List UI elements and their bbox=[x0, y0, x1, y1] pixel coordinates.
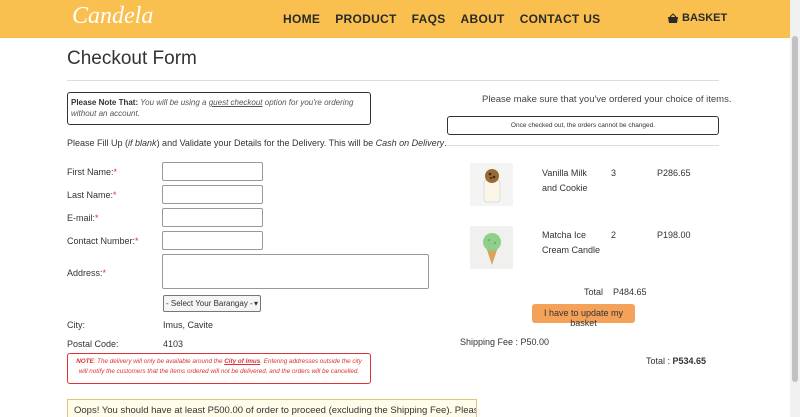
address-text: Address: bbox=[67, 268, 103, 278]
cart-item-qty: 3 bbox=[611, 168, 617, 178]
fill-prefix: Please Fill Up ( bbox=[67, 138, 129, 148]
fill-italic1: if blank bbox=[128, 138, 157, 148]
top-navbar: Candela HOME PRODUCT FAQS ABOUT CONTACT … bbox=[0, 0, 790, 38]
divider bbox=[67, 80, 719, 81]
fill-suffix: . bbox=[444, 138, 447, 148]
contact-number-input[interactable] bbox=[162, 231, 263, 250]
city-value: Imus, Cavite bbox=[163, 320, 214, 330]
contact-number-text: Contact Number: bbox=[67, 236, 136, 246]
nav-product[interactable]: PRODUCT bbox=[335, 12, 396, 26]
nav-contact-us[interactable]: CONTACT US bbox=[520, 12, 601, 26]
last-name-label: Last Name:* bbox=[67, 190, 117, 200]
required-mark: * bbox=[135, 236, 139, 246]
address-label: Address:* bbox=[67, 268, 106, 278]
required-mark: * bbox=[113, 190, 117, 200]
barangay-select-value: - Select Your Barangay - bbox=[166, 299, 253, 308]
grand-total-value: P534.65 bbox=[672, 356, 707, 366]
email-text: E-mail: bbox=[67, 213, 96, 223]
first-name-text: First Name: bbox=[67, 167, 114, 177]
scrollbar-thumb[interactable] bbox=[792, 36, 798, 382]
email-label: E-mail:* bbox=[67, 213, 99, 223]
note-text-before: You will be using a bbox=[138, 98, 209, 107]
fill-italic2: Cash on Delivery bbox=[375, 138, 445, 148]
basket-label: BASKET bbox=[682, 12, 728, 24]
required-mark: * bbox=[102, 268, 107, 278]
nav-faqs[interactable]: FAQS bbox=[412, 12, 446, 26]
postal-code-label: Postal Code: bbox=[67, 339, 119, 349]
chevron-down-icon: ▾ bbox=[253, 299, 258, 308]
note-prefix: NOTE bbox=[76, 358, 94, 365]
last-name-input[interactable] bbox=[162, 185, 263, 204]
note-city: City of Imus bbox=[224, 358, 261, 365]
note-text1: : The delivery will only be available ar… bbox=[93, 358, 225, 365]
update-basket-button[interactable]: I have to update my basket bbox=[532, 304, 635, 328]
fill-middle: ) and Validate your Details for the Deli… bbox=[156, 138, 376, 148]
postal-code-value: 4103 bbox=[163, 339, 184, 349]
basket-icon bbox=[668, 12, 678, 23]
cart-item-qty: 2 bbox=[611, 230, 617, 240]
shipping-fee: Shipping Fee : P50.00 bbox=[460, 337, 550, 347]
basket-link[interactable]: BASKET bbox=[667, 12, 727, 24]
cart-item-price: P198.00 bbox=[657, 230, 691, 240]
page-title: Checkout Form bbox=[67, 48, 197, 69]
barangay-select[interactable]: - Select Your Barangay - ▾ bbox=[163, 295, 261, 312]
last-name-text: Last Name: bbox=[67, 190, 114, 200]
nav-about[interactable]: ABOUT bbox=[461, 12, 505, 26]
delivery-area-note: NOTE: The delivery will only be availabl… bbox=[67, 353, 371, 384]
note-bold: Please Note That: bbox=[71, 98, 139, 107]
note-underlined: guest checkout bbox=[208, 98, 263, 107]
vanilla-cookie-candle-icon bbox=[483, 168, 500, 202]
grand-total: Total : P534.65 bbox=[646, 356, 706, 366]
email-input[interactable] bbox=[162, 208, 263, 227]
address-textarea[interactable] bbox=[162, 254, 429, 289]
matcha-icecream-candle-icon bbox=[482, 232, 501, 265]
cart-item-name: Vanilla Milk and Cookie bbox=[542, 168, 588, 193]
first-name-label: First Name:* bbox=[67, 167, 117, 177]
brand-logo[interactable]: Candela bbox=[72, 3, 153, 30]
checkout-lock-note: Once checked out, the orders cannot be c… bbox=[447, 116, 719, 135]
guest-checkout-note: Please Note That: You will be using a gu… bbox=[67, 92, 371, 125]
required-mark: * bbox=[95, 213, 99, 223]
matcha-icecream-candle-image bbox=[470, 226, 513, 269]
nav-home[interactable]: HOME bbox=[283, 12, 320, 26]
city-label: City: bbox=[67, 320, 85, 330]
vanilla-cookie-candle-image bbox=[470, 163, 513, 206]
required-mark: * bbox=[113, 167, 118, 177]
order-reminder: Please make sure that you've ordered you… bbox=[482, 94, 732, 105]
subtotal-value: P484.65 bbox=[613, 287, 647, 297]
fill-instruction: Please Fill Up (if blank) and Validate y… bbox=[67, 138, 447, 148]
grand-total-label: Total : bbox=[646, 356, 673, 366]
nav-links: HOME PRODUCT FAQS ABOUT CONTACT US bbox=[283, 12, 615, 26]
cart-divider bbox=[447, 145, 719, 146]
first-name-input[interactable] bbox=[162, 162, 263, 181]
minimum-order-warning: Oops! You should have at least P500.00 o… bbox=[67, 399, 477, 417]
cart-item-name: Matcha Ice Cream Candle bbox=[542, 230, 601, 255]
cart-item-price: P286.65 bbox=[657, 168, 691, 178]
subtotal-label: Total bbox=[584, 287, 604, 297]
contact-number-label: Contact Number:* bbox=[67, 236, 139, 246]
